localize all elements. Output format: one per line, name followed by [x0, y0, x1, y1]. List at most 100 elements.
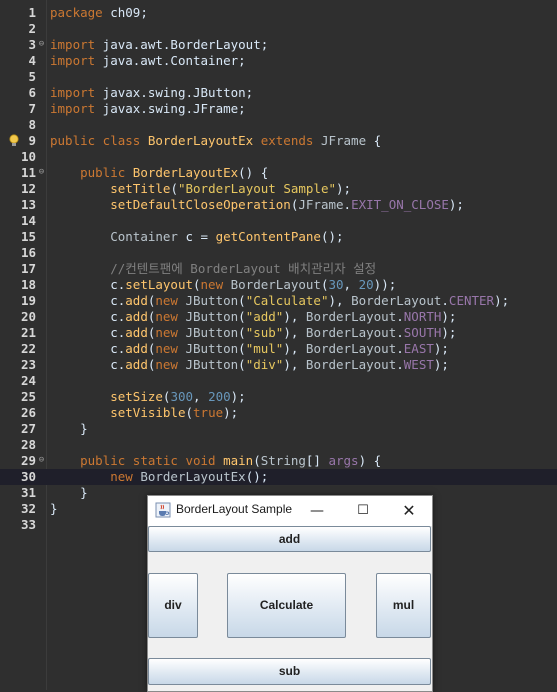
- div-button[interactable]: div: [148, 573, 198, 638]
- code-token: SOUTH: [403, 325, 442, 340]
- code-token: BorderLayout: [305, 341, 397, 356]
- maximize-button[interactable]: ☐: [340, 496, 386, 526]
- line-number: 19: [20, 293, 36, 308]
- code-token: );: [336, 181, 352, 196]
- code-line[interactable]: 24: [0, 373, 557, 389]
- code-line[interactable]: 5: [0, 69, 557, 85]
- code-line[interactable]: 11 ⊖ public BorderLayoutEx() {: [0, 165, 557, 181]
- code-token: extends: [253, 133, 321, 148]
- code-text: c.setLayout(new BorderLayout(30, 20));: [50, 277, 396, 293]
- line-number: 15: [20, 229, 36, 244]
- code-token: BorderLayout: [351, 293, 442, 308]
- code-text: c.add(new JButton("Calculate"), BorderLa…: [50, 293, 509, 309]
- code-token: CENTER: [448, 293, 495, 308]
- code-token: package: [50, 5, 103, 20]
- lightbulb-icon[interactable]: [8, 134, 20, 148]
- code-text: c.add(new JButton("add"), BorderLayout.N…: [50, 309, 456, 325]
- code-line[interactable]: 12 setTitle("BorderLayout Sample");: [0, 181, 557, 197]
- code-line[interactable]: 13 setDefaultCloseOperation(JFrame.EXIT_…: [0, 197, 557, 213]
- mul-button[interactable]: mul: [376, 573, 431, 638]
- code-line[interactable]: 1 package ch09;: [0, 5, 557, 21]
- code-text: setSize(300, 200);: [50, 389, 246, 405]
- code-token: BorderLayout: [230, 277, 321, 292]
- code-token: c.: [50, 357, 126, 372]
- add-button[interactable]: add: [148, 526, 431, 552]
- code-line[interactable]: 22 c.add(new JButton("mul"), BorderLayou…: [0, 341, 557, 357]
- code-line[interactable]: 7 import javax.swing.JFrame;: [0, 101, 557, 117]
- code-token: .: [396, 309, 404, 324]
- code-token: new: [155, 357, 186, 372]
- code-token: ),: [283, 357, 306, 372]
- code-line[interactable]: 29 ⊖ public static void main(String[] arg…: [0, 453, 557, 469]
- code-token: 200: [208, 389, 231, 404]
- line-number: 29: [20, 453, 36, 468]
- line-number: 5: [28, 69, 36, 84]
- line-number: 32: [20, 501, 36, 516]
- code-token: "div": [245, 357, 284, 372]
- code-token: (: [238, 341, 246, 356]
- code-token: args: [328, 453, 359, 468]
- code-line[interactable]: 27 }: [0, 421, 557, 437]
- line-number: 22: [20, 341, 36, 356]
- code-token: 30: [328, 277, 344, 292]
- code-line[interactable]: 30 new BorderLayoutEx();: [0, 469, 557, 485]
- code-text: c.add(new JButton("sub"), BorderLayout.S…: [50, 325, 456, 341]
- code-text: package ch09;: [50, 5, 148, 21]
- code-token: add: [125, 341, 148, 356]
- code-token: .: [396, 357, 404, 372]
- sub-button[interactable]: sub: [148, 658, 431, 685]
- code-line[interactable]: 19 c.add(new JButton("Calculate"), Borde…: [0, 293, 557, 309]
- line-number: 8: [28, 117, 36, 132]
- code-token: BorderLayout: [305, 325, 397, 340]
- code-line[interactable]: 10: [0, 149, 557, 165]
- close-button[interactable]: ✕: [386, 496, 432, 526]
- code-line[interactable]: 20 c.add(new JButton("add"), BorderLayou…: [0, 309, 557, 325]
- code-token: BorderLayoutEx: [140, 469, 246, 484]
- line-number: 30: [20, 469, 36, 484]
- code-line[interactable]: 3 ⊖ import java.awt.BorderLayout;: [0, 37, 557, 53]
- swing-window[interactable]: BorderLayout Sample — ☐ ✕ add div Calcul…: [147, 495, 433, 692]
- code-line[interactable]: 14: [0, 213, 557, 229]
- code-token: c.: [50, 341, 126, 356]
- code-line[interactable]: 26 setVisible(true);: [0, 405, 557, 421]
- code-line[interactable]: 17 //컨텐트팬에 BorderLayout 배치관리자 설정: [0, 261, 557, 277]
- code-line[interactable]: 25 setSize(300, 200);: [0, 389, 557, 405]
- fold-collapse-icon[interactable]: ⊖: [37, 168, 46, 177]
- code-token: .: [396, 325, 404, 340]
- code-line[interactable]: 9 public class BorderLayoutEx extends JFr…: [0, 133, 557, 149]
- code-line[interactable]: 15 Container c = getContentPane();: [0, 229, 557, 245]
- code-line[interactable]: 2: [0, 21, 557, 37]
- code-line[interactable]: 28: [0, 437, 557, 453]
- code-token: true: [193, 405, 224, 420]
- code-token: "mul": [245, 341, 284, 356]
- code-token: .: [396, 341, 404, 356]
- line-number: 24: [20, 373, 36, 388]
- code-token: );: [448, 197, 464, 212]
- fold-collapse-icon[interactable]: ⊖: [37, 40, 46, 49]
- code-token: );: [494, 293, 510, 308]
- code-line[interactable]: 8: [0, 117, 557, 133]
- code-line[interactable]: 16: [0, 245, 557, 261]
- code-line[interactable]: 23 c.add(new JButton("div"), BorderLayou…: [0, 357, 557, 373]
- code-line[interactable]: 18 c.setLayout(new BorderLayout(30, 20))…: [0, 277, 557, 293]
- fold-collapse-icon[interactable]: ⊖: [37, 456, 46, 465]
- minimize-button[interactable]: —: [294, 496, 340, 526]
- calculate-button[interactable]: Calculate: [227, 573, 346, 638]
- code-line[interactable]: 21 c.add(new JButton("sub"), BorderLayou…: [0, 325, 557, 341]
- code-token: []: [305, 453, 329, 468]
- line-number: 18: [20, 277, 36, 292]
- window-titlebar[interactable]: BorderLayout Sample — ☐ ✕: [148, 496, 432, 526]
- code-token: (: [170, 181, 178, 196]
- code-line[interactable]: 4 import java.awt.Container;: [0, 53, 557, 69]
- code-line[interactable]: 6 import javax.swing.JButton;: [0, 85, 557, 101]
- code-token: EAST: [403, 341, 434, 356]
- code-token: JButton: [185, 325, 239, 340]
- code-token: ),: [283, 309, 306, 324]
- code-token: );: [223, 405, 239, 420]
- line-number: 21: [20, 325, 36, 340]
- code-token: EXIT_ON_CLOSE: [351, 197, 449, 212]
- code-token: (: [193, 277, 201, 292]
- code-token: public: [80, 165, 133, 180]
